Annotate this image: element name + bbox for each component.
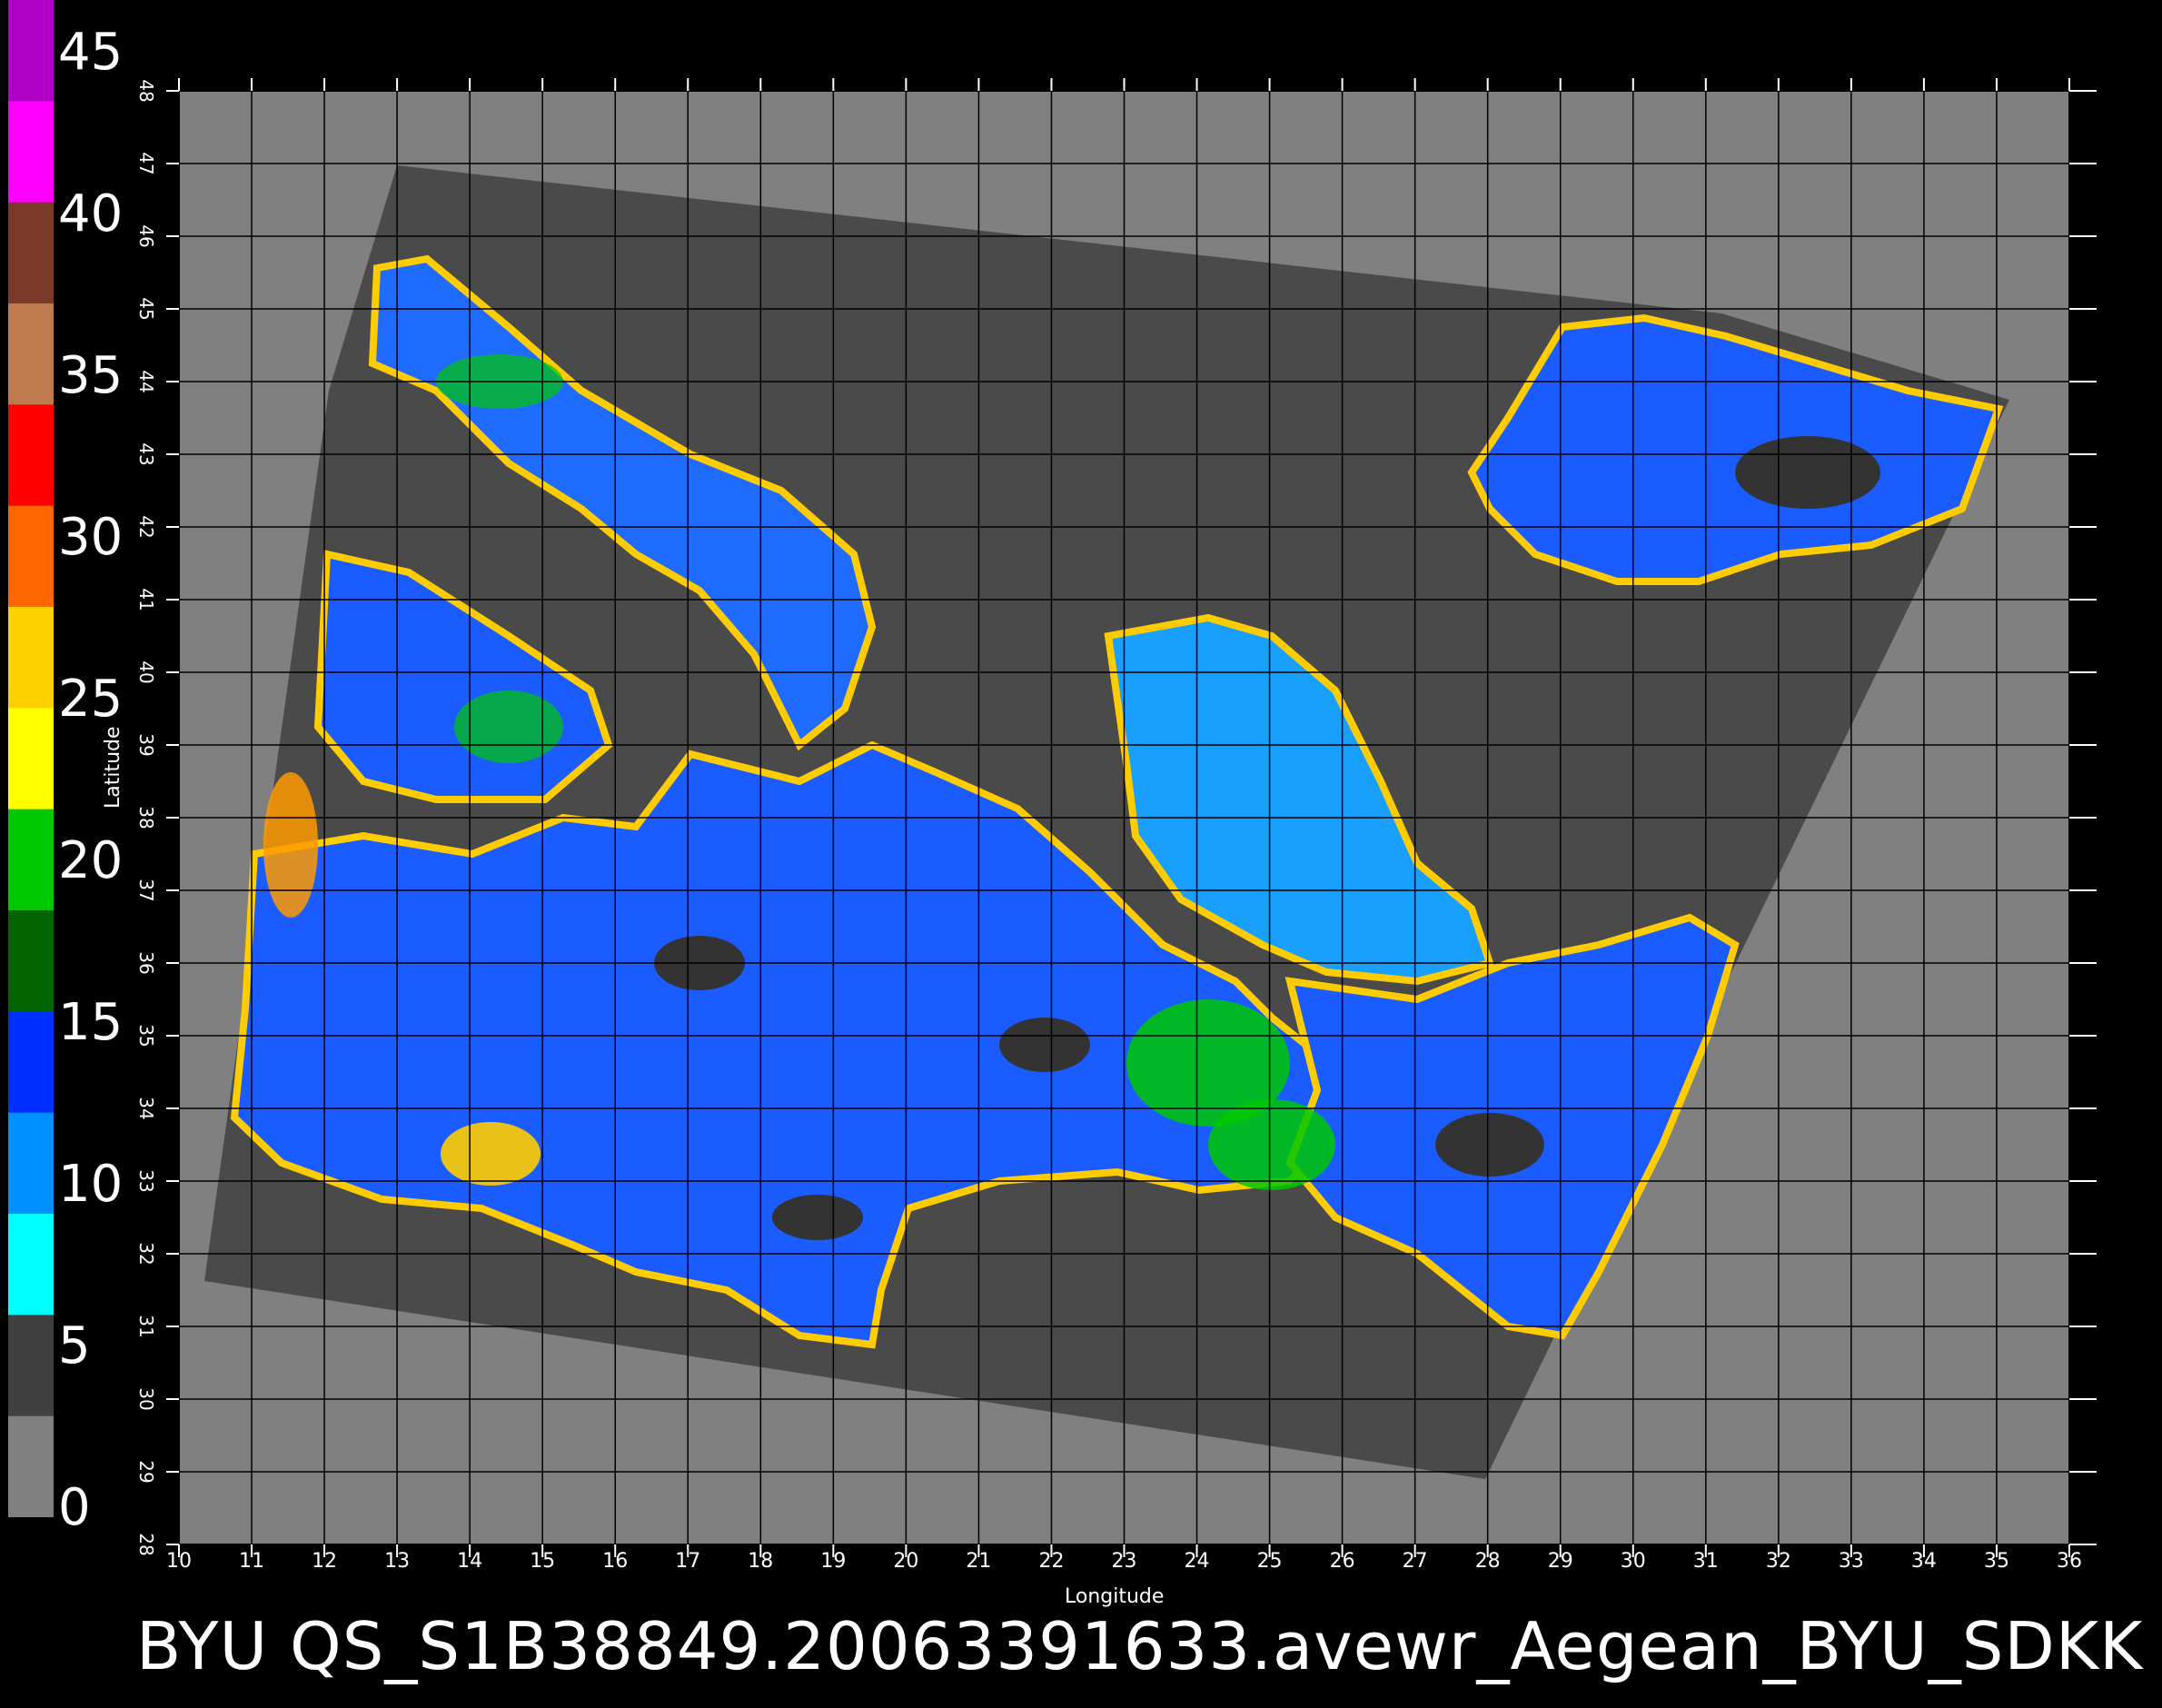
longitude-label: 31 <box>1692 1550 1719 1573</box>
latitude-label: 44 <box>135 370 157 393</box>
longitude-label: 34 <box>1910 1550 1937 1573</box>
longitude-label: 36 <box>2057 1550 2082 1573</box>
longitude-label: 17 <box>675 1550 701 1573</box>
longitude-label: 22 <box>1038 1550 1065 1573</box>
rain-patch-3 <box>1435 1113 1544 1177</box>
longitude-label: 27 <box>1402 1550 1428 1573</box>
latitude-label: 35 <box>135 1024 157 1048</box>
latitude-label: 41 <box>135 588 157 611</box>
longitude-label: 32 <box>1765 1550 1791 1573</box>
longitude-label: 26 <box>1329 1550 1355 1573</box>
latitude-label: 45 <box>135 297 157 321</box>
longitude-label: 35 <box>1983 1550 2009 1573</box>
latitude-label: 42 <box>135 515 157 539</box>
latitude-label: 28 <box>135 1533 157 1556</box>
longitude-label: 23 <box>1111 1550 1137 1573</box>
latitude-axis-title: Latitude <box>102 726 124 809</box>
wind-map <box>166 78 2097 1557</box>
rain-patch-4 <box>1735 436 1880 509</box>
latitude-label: 38 <box>135 806 157 829</box>
latitude-label: 47 <box>135 152 157 175</box>
latitude-label: 40 <box>135 660 157 684</box>
latitude-label: 43 <box>135 442 157 466</box>
latitude-label: 39 <box>135 733 157 757</box>
longitude-axis-title: Longitude <box>1065 1585 1165 1608</box>
footer-title: BYU QS_S1B38849.20063391633.avewr_Aegean… <box>136 1608 2144 1684</box>
longitude-label: 14 <box>457 1550 483 1573</box>
longitude-label: 19 <box>820 1550 847 1573</box>
latitude-label: 34 <box>135 1097 157 1120</box>
longitude-label: 21 <box>966 1550 992 1573</box>
longitude-label: 20 <box>893 1550 919 1573</box>
longitude-label: 11 <box>239 1550 265 1573</box>
latitude-label: 48 <box>135 79 157 103</box>
latitude-label: 32 <box>135 1242 157 1266</box>
longitude-label: 10 <box>166 1550 192 1573</box>
longitude-label: 24 <box>1184 1550 1210 1573</box>
wind-patch-tyrrhenian <box>454 690 563 763</box>
wind-patch-gulf-sidra <box>441 1122 540 1186</box>
longitude-label: 16 <box>602 1550 629 1573</box>
longitude-label: 30 <box>1620 1550 1646 1573</box>
longitude-label: 33 <box>1838 1550 1864 1573</box>
longitude-label: 25 <box>1256 1550 1283 1573</box>
latitude-label: 46 <box>135 224 157 248</box>
longitude-label: 12 <box>312 1550 338 1573</box>
longitude-label: 28 <box>1474 1550 1501 1573</box>
latitude-label: 29 <box>135 1460 157 1484</box>
latitude-label: 36 <box>135 951 157 975</box>
rain-patch-2 <box>772 1195 863 1240</box>
longitude-label: 13 <box>384 1550 411 1573</box>
longitude-label: 18 <box>748 1550 774 1573</box>
lat-lon-grid <box>178 90 2070 1545</box>
longitude-label: 15 <box>530 1550 556 1573</box>
latitude-label: 30 <box>135 1387 157 1411</box>
rain-patch-5 <box>999 1018 1090 1072</box>
wind-patch-crete-south <box>1208 1099 1335 1190</box>
latitude-label: 37 <box>135 879 157 902</box>
latitude-label: 33 <box>135 1169 157 1193</box>
wind-patch-west <box>263 772 318 918</box>
latitude-label: 31 <box>135 1315 157 1338</box>
longitude-label: 29 <box>1547 1550 1573 1573</box>
